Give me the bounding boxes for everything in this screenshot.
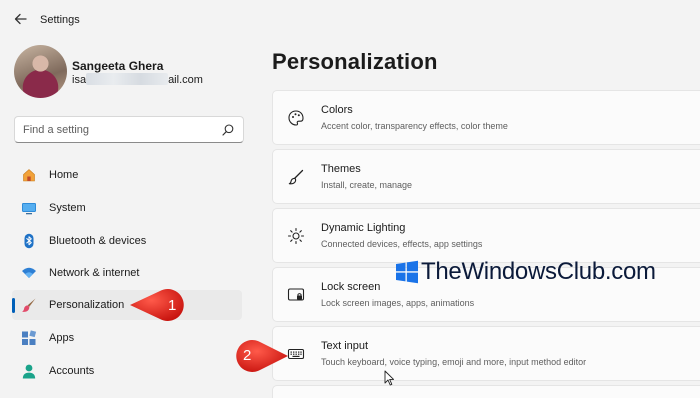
apps-icon — [22, 330, 37, 345]
settings-card-themes[interactable]: Themes Install, create, manage — [272, 149, 700, 204]
card-title: Lock screen — [321, 281, 381, 293]
lock-screen-icon — [287, 288, 305, 301]
email-redaction — [86, 73, 169, 85]
watermark: TheWindowsClub.com — [395, 258, 690, 288]
app-title: Settings — [40, 14, 80, 26]
sidebar-item-label: System — [49, 202, 86, 214]
card-description: Lock screen images, apps, animations — [321, 298, 475, 308]
user-email-suffix: ail.com — [168, 74, 203, 86]
sidebar-item-label: Home — [49, 169, 79, 181]
title-bar: Settings — [0, 0, 700, 40]
sun-lighting-icon — [287, 227, 305, 245]
callout-step-1-shape — [130, 289, 184, 321]
callout-step-2: 2 — [222, 336, 292, 376]
search-icon[interactable] — [221, 123, 235, 137]
sidebar-item-home[interactable]: Home — [12, 160, 242, 190]
card-title: Colors — [321, 104, 353, 116]
sidebar-item-label: Network & internet — [49, 267, 140, 279]
sidebar-item-label: Personalization — [49, 299, 125, 311]
card-description: Connected devices, effects, app settings — [321, 239, 483, 249]
sidebar-item-label: Apps — [49, 332, 75, 344]
bluetooth-icon — [24, 233, 34, 249]
windows-logo-icon — [396, 260, 418, 284]
card-title: Dynamic Lighting — [321, 222, 406, 234]
watermark-text: TheWindowsClub.com — [421, 258, 656, 285]
card-description: Install, create, manage — [321, 180, 413, 190]
avatar[interactable] — [14, 45, 67, 98]
settings-card-colors[interactable]: Colors Accent color, transparency effect… — [272, 90, 700, 145]
wifi-icon — [22, 267, 36, 278]
selection-indicator — [12, 298, 15, 313]
callout-number: 1 — [168, 297, 177, 314]
sidebar-item-network[interactable]: Network & internet — [12, 258, 242, 288]
brush-icon — [288, 169, 304, 185]
sidebar-item-label: Bluetooth & devices — [49, 235, 147, 247]
settings-card-text-input[interactable]: Text input Touch keyboard, voice typing,… — [272, 326, 700, 381]
palette-icon — [288, 110, 304, 126]
user-email: isa ail.com — [72, 73, 203, 86]
callout-step-2-shape — [236, 340, 288, 372]
sidebar-item-label: Accounts — [49, 365, 95, 377]
search-placeholder: Find a setting — [23, 124, 90, 136]
user-name: Sangeeta Ghera — [72, 59, 164, 73]
card-description: Touch keyboard, voice typing, emoji and … — [321, 357, 587, 367]
home-icon — [23, 169, 35, 182]
paintbrush-icon — [22, 298, 36, 312]
sidebar-item-accounts[interactable]: Accounts — [12, 356, 242, 386]
user-email-prefix: isa — [72, 74, 87, 86]
back-arrow-icon[interactable] — [10, 8, 32, 30]
settings-card-partial[interactable] — [272, 385, 700, 398]
card-title: Text input — [321, 340, 369, 352]
sidebar-item-system[interactable]: System — [12, 193, 242, 223]
system-display-icon — [22, 203, 36, 215]
sidebar-item-personalization[interactable]: Personalization — [12, 290, 242, 320]
settings-card-dynamic-lighting[interactable]: Dynamic Lighting Connected devices, effe… — [272, 208, 700, 263]
mouse-cursor-icon — [384, 370, 395, 386]
page-title: Personalization — [272, 49, 438, 74]
card-description: Accent color, transparency effects, colo… — [321, 121, 508, 131]
callout-step-1: 1 — [128, 287, 198, 327]
callout-number: 2 — [243, 347, 252, 364]
sidebar-item-bluetooth[interactable]: Bluetooth & devices — [12, 226, 242, 256]
account-icon — [22, 364, 36, 379]
search-input[interactable]: Find a setting — [14, 116, 244, 143]
sidebar-item-apps[interactable]: Apps — [12, 323, 242, 353]
card-title: Themes — [321, 163, 361, 175]
